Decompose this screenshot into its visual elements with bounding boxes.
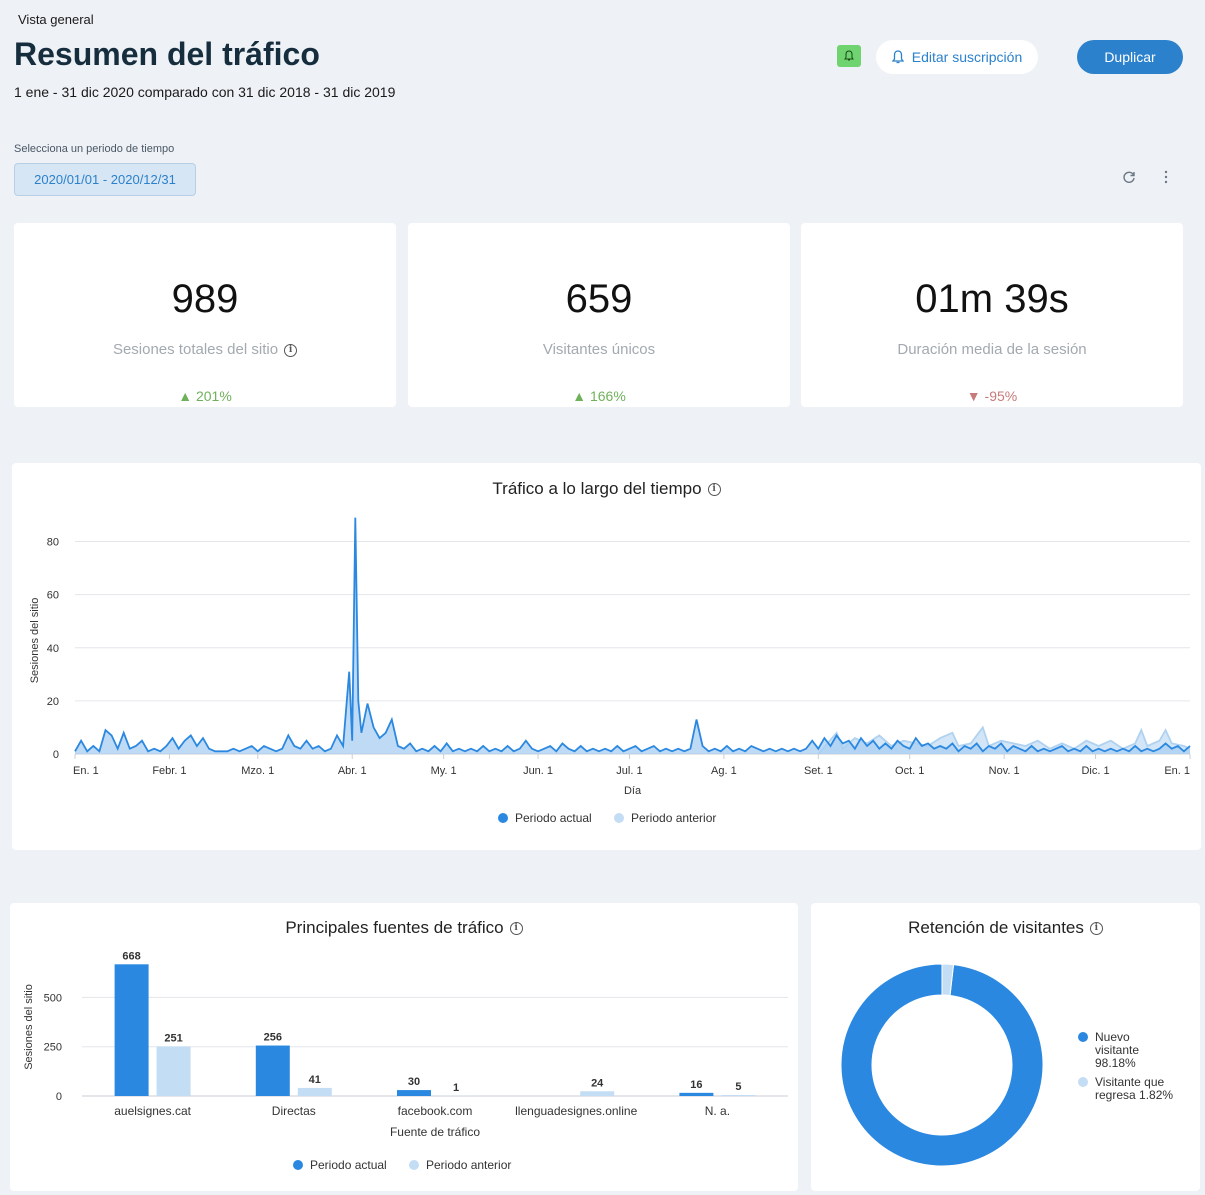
y-axis-label: Sesiones del sitio — [23, 984, 35, 1070]
x-tick-label: Mzo. 1 — [241, 765, 274, 777]
y-tick-label: 0 — [56, 1091, 62, 1103]
y-tick-label: 500 — [44, 992, 62, 1004]
kpi-label: Sesiones totales del sitio i — [14, 341, 396, 358]
legend-marker-current — [498, 813, 508, 823]
bar-value-label: 41 — [309, 1074, 321, 1086]
x-axis-label: Fuente de tráfico — [390, 1125, 480, 1139]
x-tick-label: Dic. 1 — [1081, 765, 1109, 777]
page-title: Resumen del tráfico — [14, 36, 320, 72]
x-tick-label: My. 1 — [431, 765, 457, 777]
x-tick-label: Set. 1 — [804, 765, 833, 777]
bar-value-label: 5 — [735, 1081, 741, 1093]
y-tick-label: 60 — [47, 590, 59, 602]
duplicate-button[interactable]: Duplicar — [1077, 40, 1183, 74]
y-tick-label: 80 — [47, 537, 59, 549]
refresh-icon[interactable] — [1122, 170, 1138, 188]
bar-value-label: 256 — [264, 1032, 282, 1044]
info-icon[interactable]: i — [284, 343, 298, 357]
kpi-card-duration: 01m 39s Duración media de la sesión ▼ -9… — [801, 223, 1183, 407]
x-tick-label: llenguadesignes.online — [515, 1104, 637, 1118]
bar-value-label: 30 — [408, 1076, 420, 1088]
kpi-value: 659 — [565, 277, 633, 321]
y-tick-label: 0 — [53, 749, 59, 761]
x-tick-label: Jun. 1 — [523, 765, 553, 777]
legend-marker — [1078, 1077, 1088, 1087]
notification-badge[interactable] — [837, 45, 861, 67]
legend-label: visitante — [1095, 1043, 1139, 1057]
x-tick-label: Directas — [272, 1104, 316, 1118]
kpi-delta: ▲ 166% — [572, 388, 626, 404]
bar-value-label: 16 — [690, 1079, 702, 1091]
legend-label: Nuevo — [1095, 1030, 1130, 1044]
bar-value-label: 251 — [164, 1033, 182, 1045]
bar-current — [114, 964, 149, 1096]
legend-label-previous: Periodo anterior — [631, 811, 716, 825]
period-selector[interactable]: 2020/01/01 - 2020/12/31 — [14, 163, 196, 196]
x-tick-label: Nov. 1 — [989, 765, 1020, 777]
bar-current — [397, 1090, 431, 1096]
x-tick-label: auelsignes.cat — [114, 1104, 191, 1118]
more-options-icon[interactable] — [1160, 170, 1172, 188]
kpi-label: Visitantes únicos — [542, 341, 656, 358]
period-label: Selecciona un periodo de tiempo — [14, 143, 175, 155]
retention-donut-chart: Nuevovisitante98.18% Visitante queregresa… — [840, 963, 1173, 1167]
kpi-card-sessions: 989 Sesiones totales del sitio i ▲ 201% — [14, 223, 396, 407]
bar-current — [679, 1092, 714, 1096]
legend-label: regresa 1.82% — [1095, 1088, 1173, 1102]
traffic-over-time-card: Tráfico a lo largo del tiempo i 0 20 40 60 80… — [12, 463, 1201, 850]
legend-label-current: Periodo actual — [310, 1158, 387, 1172]
bar-previous — [580, 1091, 615, 1096]
y-tick-label: 20 — [47, 696, 59, 708]
bell-icon — [891, 50, 904, 64]
x-tick-label: En. 1 — [1164, 765, 1190, 777]
series-current-line — [74, 517, 1191, 753]
legend-marker — [1078, 1032, 1088, 1042]
x-axis-label: Día — [624, 785, 642, 797]
bar-previous — [721, 1095, 756, 1096]
legend-marker-current — [293, 1160, 303, 1170]
retention-card: Retención de visitantes i Nuevo visitante 9… — [811, 903, 1200, 1191]
sources-bar-chart: 0 250 500 668 251 auelsignes.cat 256 41 Directas… — [23, 950, 788, 1172]
legend-label: Visitante que — [1095, 1075, 1164, 1089]
kpi-delta: ▲ 201% — [178, 388, 232, 404]
kpi-delta: ▼ -95% — [966, 388, 1018, 404]
x-tick-label: Febr. 1 — [152, 765, 186, 777]
top-sources-card: Principales fuentes de tráfico i 0 250 500 6… — [10, 903, 798, 1191]
y-axis-label: Sesiones del sitio — [29, 598, 41, 684]
bar-value-label: 1 — [453, 1082, 459, 1094]
y-tick-label: 40 — [47, 643, 59, 655]
x-tick-label: Jul. 1 — [616, 765, 642, 777]
y-tick-label: 250 — [44, 1042, 62, 1054]
legend-label-previous: Periodo anterior — [426, 1158, 511, 1172]
bar-value-label: 24 — [591, 1077, 604, 1089]
breadcrumb[interactable]: Vista general — [18, 12, 94, 27]
x-tick-label: facebook.com — [398, 1104, 473, 1118]
bar-previous — [156, 1046, 191, 1096]
bar-value-label: 668 — [122, 950, 140, 962]
bar-current — [255, 1045, 290, 1096]
x-tick-label: En. 1 — [73, 765, 99, 777]
kpi-card-visitors: 659 Visitantes únicos ▲ 166% — [408, 223, 790, 407]
x-tick-label: Oct. 1 — [895, 765, 924, 777]
x-tick-label: Abr. 1 — [338, 765, 367, 777]
series-current-area — [75, 517, 1190, 754]
legend-marker-previous — [409, 1160, 419, 1170]
legend-label-current: Periodo actual — [515, 811, 592, 825]
page-subtitle: 1 ene - 31 dic 2020 comparado con 31 dic… — [14, 84, 396, 100]
x-tick-label: N. a. — [705, 1104, 730, 1118]
bar-previous — [297, 1087, 332, 1096]
kpi-label: Duración media de la sesión — [897, 341, 1087, 358]
kpi-value: 989 — [171, 277, 239, 321]
edit-subscription-button[interactable]: Editar suscripción — [876, 40, 1038, 74]
legend-marker-previous — [614, 813, 624, 823]
x-tick-label: Ag. 1 — [711, 765, 737, 777]
kpi-value: 01m 39s — [915, 277, 1069, 321]
traffic-line-chart: 0 20 40 60 80 En. 1 Febr. 1 Mzo. 1 Abr. 1 My. 1 Ju… — [29, 517, 1191, 825]
bell-icon — [844, 50, 854, 61]
legend-label: 98.18% — [1095, 1056, 1136, 1070]
edit-subscription-label: Editar suscripción — [911, 49, 1023, 65]
